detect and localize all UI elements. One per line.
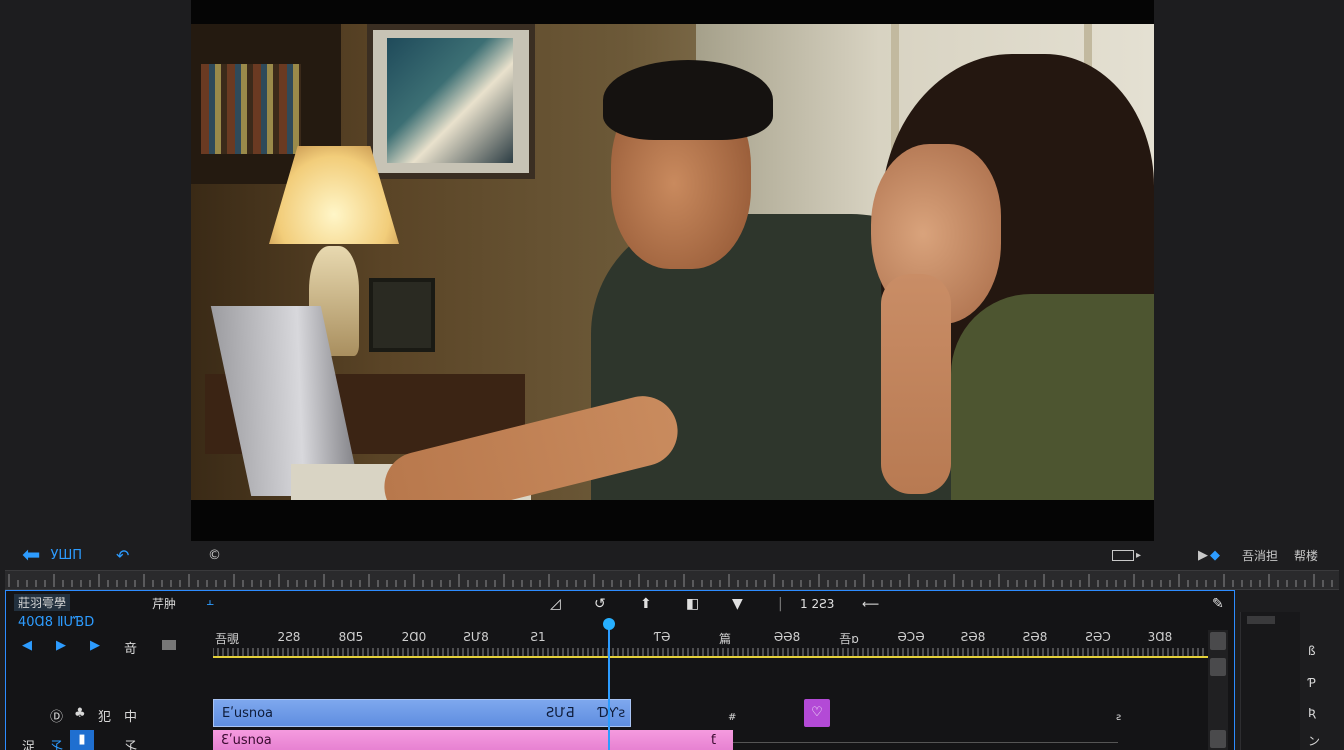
toolbar-arrow-icon[interactable]: ⟵ (862, 597, 879, 611)
work-area-bar[interactable] (213, 656, 1208, 658)
marker-clip[interactable]: ♡ (804, 699, 830, 727)
panel-title[interactable]: 莊羽雩學 (14, 594, 71, 611)
video-editor-app: ⬅ УШП ↶ © ▸ ▶ ◆ 吾消担 帮楼 莊羽雩學 芹肿 ⫠ 40Ɑ8 ⅡƯ… (0, 0, 1344, 750)
track-line (733, 742, 1118, 743)
clip-label: Eʹusnoa (222, 706, 274, 721)
lock-icon[interactable]: Ⓓ (50, 706, 63, 725)
time-label: ƧƏ8 (1022, 630, 1048, 644)
audio-clip-marker: ƭ (711, 733, 717, 748)
next-icon[interactable]: ◆ (1210, 548, 1220, 563)
viewer-option-1[interactable]: 吾消担 (1242, 545, 1278, 565)
playhead-handle[interactable] (603, 618, 615, 630)
time-label: ƏƆƏ (897, 630, 925, 644)
split-view-icon[interactable]: ◧ (686, 596, 699, 612)
side-tab[interactable] (1247, 616, 1275, 624)
preview-viewer (191, 0, 1154, 541)
prev-icon[interactable]: ◀ (22, 638, 32, 653)
menu-icon[interactable] (162, 640, 176, 650)
rotate-icon[interactable]: ↶ (116, 545, 129, 565)
scroll-thumb[interactable] (1210, 658, 1226, 676)
time-label: 8Ɑ5 (338, 630, 364, 644)
play-icon[interactable]: ▶ (1198, 548, 1208, 563)
time-label: 篇 (718, 632, 732, 646)
right-tool-2[interactable]: Ƥ (1308, 676, 1316, 690)
dropdown-icon[interactable]: ▼ (732, 596, 743, 612)
play-controls[interactable]: ▶ ◆ (1198, 545, 1220, 565)
photo-frame (369, 278, 435, 352)
time-label: 吾ɒ (839, 632, 859, 646)
video-frame (191, 24, 1154, 500)
time-label: ƧƏƆ (1085, 630, 1111, 644)
heart-icon: ♡ (811, 705, 823, 720)
time-label: 3Ɑ8 (1147, 630, 1173, 644)
time-label: 吾覗 (214, 632, 240, 646)
overview-ruler[interactable] (5, 570, 1339, 590)
link-icon[interactable]: ⫠ (206, 594, 214, 609)
back-label: УШП (50, 547, 83, 563)
time-ruler[interactable]: 吾覗 2Ƨ8 8Ɑ5 2Ɑ0 ƧƯ8 Ƨ1 ƬƏ 篇 ƏƏ8 吾ɒ ƏƆƏ ƧƏ8 ƧƏ8 ƧƏƆ 3Ɑ8 (213, 630, 1208, 658)
timecode: 40Ɑ8 ⅡƯƁD (18, 615, 95, 630)
time-label: ƬƏ (653, 630, 671, 644)
clip-time-1: ƧƯƋ (546, 706, 575, 721)
back-button[interactable]: ⬅ УШП (22, 542, 83, 568)
edit-marker-2[interactable]: ƨ (1116, 712, 1121, 723)
wall-picture (367, 24, 535, 179)
time-label: ƧƏ8 (960, 630, 986, 644)
audio-solo-icon[interactable]: 孓 (124, 736, 137, 750)
scroll-down-button[interactable] (1210, 730, 1226, 748)
audio-sync-icon[interactable]: 孓 (50, 736, 63, 750)
time-label: ƧƯ8 (463, 630, 489, 644)
toolbar-value: 1 2Ƨ3 (800, 597, 835, 611)
undo-icon[interactable]: ↺ (594, 596, 606, 612)
audio-lock-icon[interactable]: 浞 (22, 736, 35, 750)
audio-clip-label: Ɛʹusnoa (221, 733, 272, 748)
pen-icon[interactable]: ✎ (1212, 596, 1224, 612)
panel-label[interactable]: 芹肿 (152, 595, 176, 612)
clip-time-2: ƊƳƨ (598, 706, 626, 721)
scroll-up-button[interactable] (1210, 632, 1226, 650)
video-clip[interactable]: Eʹusnoa ƧƯƋ ƊƳƨ (213, 699, 631, 727)
time-label: ƏƏ8 (773, 630, 801, 644)
edit-marker-1[interactable]: # (728, 712, 736, 723)
man-hair (603, 60, 773, 140)
side-panel (1240, 612, 1300, 750)
forward-icon[interactable]: ▶ (90, 638, 100, 653)
solo-icon[interactable]: 中 (124, 706, 137, 725)
copyright-icon: © (208, 547, 221, 563)
lift-icon[interactable]: ⬆ (640, 596, 652, 612)
right-toolbar: ß Ƥ Ʀ ン (1300, 620, 1344, 750)
step-icon[interactable]: ▶ (56, 638, 66, 653)
right-tool-4[interactable]: ン (1308, 732, 1320, 749)
ruler-ticks (8, 574, 1333, 587)
viewer-toolbar: ⬅ УШП ↶ © ▸ ▶ ◆ 吾消担 帮楼 (0, 541, 1344, 569)
razor-icon[interactable]: ◿ (550, 596, 561, 612)
time-label: 2Ƨ8 (277, 630, 301, 644)
settings-icon[interactable]: 竒 (124, 638, 137, 657)
aspect-ratio-icon[interactable]: ▸ (1112, 545, 1141, 565)
time-label: Ƨ1 (530, 630, 546, 644)
woman-arm (881, 274, 951, 494)
mute-icon[interactable]: 犯 (98, 706, 111, 725)
right-tool-3[interactable]: Ʀ (1308, 706, 1316, 720)
time-label: 2Ɑ0 (401, 630, 427, 644)
viewer-option-2[interactable]: 帮楼 (1294, 545, 1318, 565)
divider: | (778, 596, 783, 612)
arrow-left-icon: ⬅ (22, 542, 41, 568)
woman-shirt (951, 294, 1154, 500)
audio-clip[interactable]: Ɛʹusnoa ƭ (213, 730, 733, 750)
eye-icon[interactable]: ♣ (74, 706, 86, 721)
books (201, 64, 301, 154)
right-tool-1[interactable]: ß (1308, 644, 1316, 658)
audio-target-icon[interactable]: ▮ (70, 730, 94, 750)
timeline-scrollbar[interactable] (1208, 630, 1228, 750)
playhead-line[interactable] (608, 624, 610, 750)
